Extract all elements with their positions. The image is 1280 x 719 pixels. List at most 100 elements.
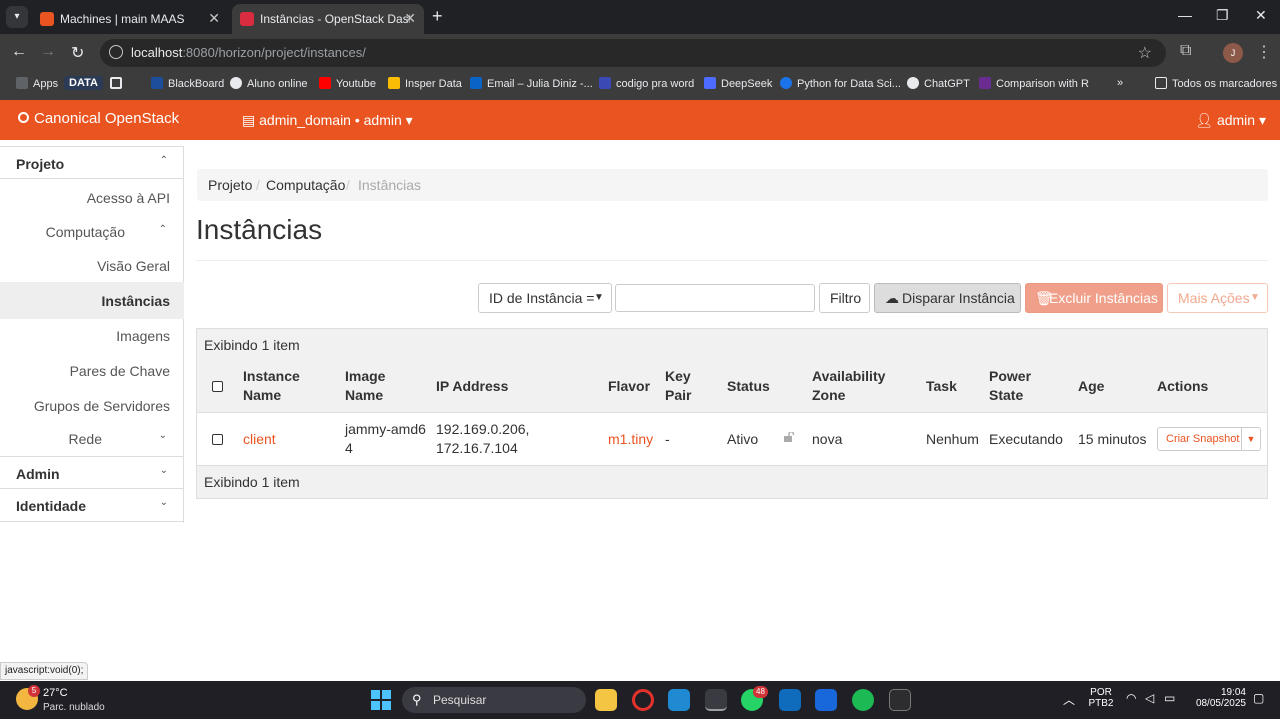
bookmark-insper-data[interactable]: Insper Data [388,77,462,90]
filter-button[interactable]: Filtro [819,283,870,313]
sidebar-item-instancias[interactable]: Instâncias [102,293,170,309]
weather-temperature: 27°C [43,687,68,699]
breadcrumb-projeto[interactable]: Projeto [208,177,252,193]
minimize-button[interactable]: — [1178,7,1192,23]
breadcrumb-current: Instâncias [358,177,422,193]
table-count-bottom: Exibindo 1 item [204,474,300,490]
opera-icon[interactable] [632,689,654,711]
sidebar-category-projeto[interactable]: Projeto ⌃ [0,146,184,179]
instances-table: Exibindo 1 item Instance Name Image Name I… [196,328,1268,499]
unlock-icon[interactable] [784,432,795,442]
taskbar-search[interactable]: ⚲ Pesquisar [402,687,586,713]
delete-instances-button[interactable]: 🗑︎ Excluir Instâncias [1025,283,1163,313]
sidebar-category-identidade[interactable]: Identidade ⌄ [0,489,184,522]
select-all-checkbox[interactable] [212,381,223,392]
terminal-icon[interactable] [889,689,911,711]
tab-search-button[interactable]: ▾ [6,6,28,28]
sidebar-group-rede[interactable]: Rede [69,431,102,447]
wifi-icon[interactable]: ◠ [1126,691,1136,705]
bookmark-grid[interactable] [110,77,127,90]
close-tab-icon[interactable]: ✕ [208,10,220,27]
header-image-name[interactable]: Image Name [345,367,385,405]
header-power-state[interactable]: Power State [989,367,1031,405]
caret-down-icon: ▼ [594,292,604,303]
sidebar-item-imagens[interactable]: Imagens [116,328,170,344]
vscode-icon[interactable] [668,689,690,711]
back-arrow-icon[interactable]: ← [11,43,27,61]
address-bar[interactable]: localhost:8080/horizon/project/instances… [100,39,1166,67]
file-explorer-icon[interactable] [595,689,617,711]
language-indicator[interactable]: POR PTB2 [1088,687,1114,709]
header-key-pair[interactable]: Key Pair [665,367,691,405]
bookmark-blackboard[interactable]: BlackBoard [151,77,224,90]
filter-field-select[interactable]: ID de Instância = ▼ [478,283,612,313]
flavor-link[interactable]: m1.tiny [608,430,653,449]
sidebar-item-grupos-servidores[interactable]: Grupos de Servidores [34,398,170,414]
header-task[interactable]: Task [926,377,957,396]
header-ip-address[interactable]: IP Address [436,377,508,396]
breadcrumb: Projeto / Computação / Instâncias [197,169,1268,201]
outlook-icon[interactable] [779,689,801,711]
breadcrumb-computacao[interactable]: Computação [266,177,345,193]
bookmarks-overflow-button[interactable]: » [1117,77,1123,89]
row-checkbox[interactable] [212,434,223,445]
spotify-icon[interactable] [852,689,874,711]
header-availability-zone[interactable]: Availability Zone [812,367,885,405]
browser-menu-icon[interactable]: ⋮ [1256,42,1272,62]
tab-maas[interactable]: Machines | main MAAS ✕ [32,4,228,34]
tray-overflow-chevron-icon[interactable]: ︿ [1063,691,1075,708]
reload-icon[interactable]: ↻ [71,43,84,63]
chrome-icon[interactable] [705,689,727,711]
trello-icon[interactable] [815,689,837,711]
bookmark-data[interactable]: DATA [64,76,103,90]
user-icon: 👤︎ [1195,112,1217,128]
grid-icon [110,77,122,89]
url-text[interactable]: localhost:8080/horizon/project/instances… [131,45,366,60]
site-info-icon[interactable] [109,45,123,59]
system-clock[interactable]: 19:04 08/05/2025 [1192,687,1246,709]
filter-input[interactable] [615,284,815,312]
bookmark-python[interactable]: Python for Data Sci... [780,77,901,90]
project-selector[interactable]: ▤ admin_domain • admin ▾ [242,112,413,129]
user-menu[interactable]: 👤︎ admin ▾ [1195,112,1266,129]
bookmark-aluno-online[interactable]: Aluno online [230,77,308,90]
bookmark-star-icon[interactable]: ☆ [1138,43,1152,63]
instance-name-link[interactable]: client [243,430,276,449]
close-window-button[interactable]: ✕ [1255,7,1267,24]
sidebar-item-visao-geral[interactable]: Visão Geral [97,258,170,274]
profile-avatar[interactable]: J [1223,43,1243,63]
header-flavor[interactable]: Flavor [608,377,650,396]
maximize-button[interactable]: ❐ [1216,7,1229,24]
bookmark-all-folder[interactable]: Todos os marcadores [1155,77,1277,90]
forward-arrow-icon[interactable]: → [40,43,56,61]
sidebar-item-pares-chave[interactable]: Pares de Chave [70,363,170,379]
speaker-icon[interactable]: ◁ [1145,691,1154,705]
bookmark-comparison[interactable]: Comparison with R [979,77,1089,90]
bookmark-codigo[interactable]: codigo pra word [599,77,694,90]
brand-logo[interactable]: Canonical OpenStack [18,110,179,127]
close-tab-icon[interactable]: ✕ [404,10,416,27]
tab-title: Instâncias - OpenStack Dashboard [260,12,410,26]
start-windows-icon[interactable] [371,690,391,710]
header-age[interactable]: Age [1078,377,1104,396]
sidebar-item-acesso-api[interactable]: Acesso à API [87,190,170,206]
header-instance-name[interactable]: Instance Name [243,367,300,405]
extensions-icon[interactable]: ⧉ [1180,42,1191,60]
row-actions-dropdown[interactable]: ▼ [1241,427,1261,451]
search-label: Pesquisar [433,693,487,707]
more-actions-button[interactable]: Mais Ações ▼ [1167,283,1268,313]
bookmark-youtube[interactable]: Youtube [319,77,376,90]
create-snapshot-button[interactable]: Criar Snapshot [1157,427,1242,451]
header-status[interactable]: Status [727,377,770,396]
sidebar-category-admin[interactable]: Admin ⌄ [0,456,184,489]
battery-icon[interactable]: ▭ [1164,691,1175,705]
notification-bell-icon[interactable]: ▢ [1253,691,1264,705]
bookmark-email[interactable]: Email – Julia Diniz -... [470,77,593,90]
tab-instancias[interactable]: Instâncias - OpenStack Dashboard ✕ [232,4,424,34]
launch-instance-button[interactable]: ☁ Disparar Instância [874,283,1021,313]
bookmark-deepseek[interactable]: DeepSeek [704,77,772,90]
bookmark-apps[interactable]: Apps [16,77,58,90]
sidebar-group-computacao[interactable]: Computação [46,224,125,240]
bookmark-chatgpt[interactable]: ChatGPT [907,77,970,90]
new-tab-button[interactable]: + [432,6,443,27]
